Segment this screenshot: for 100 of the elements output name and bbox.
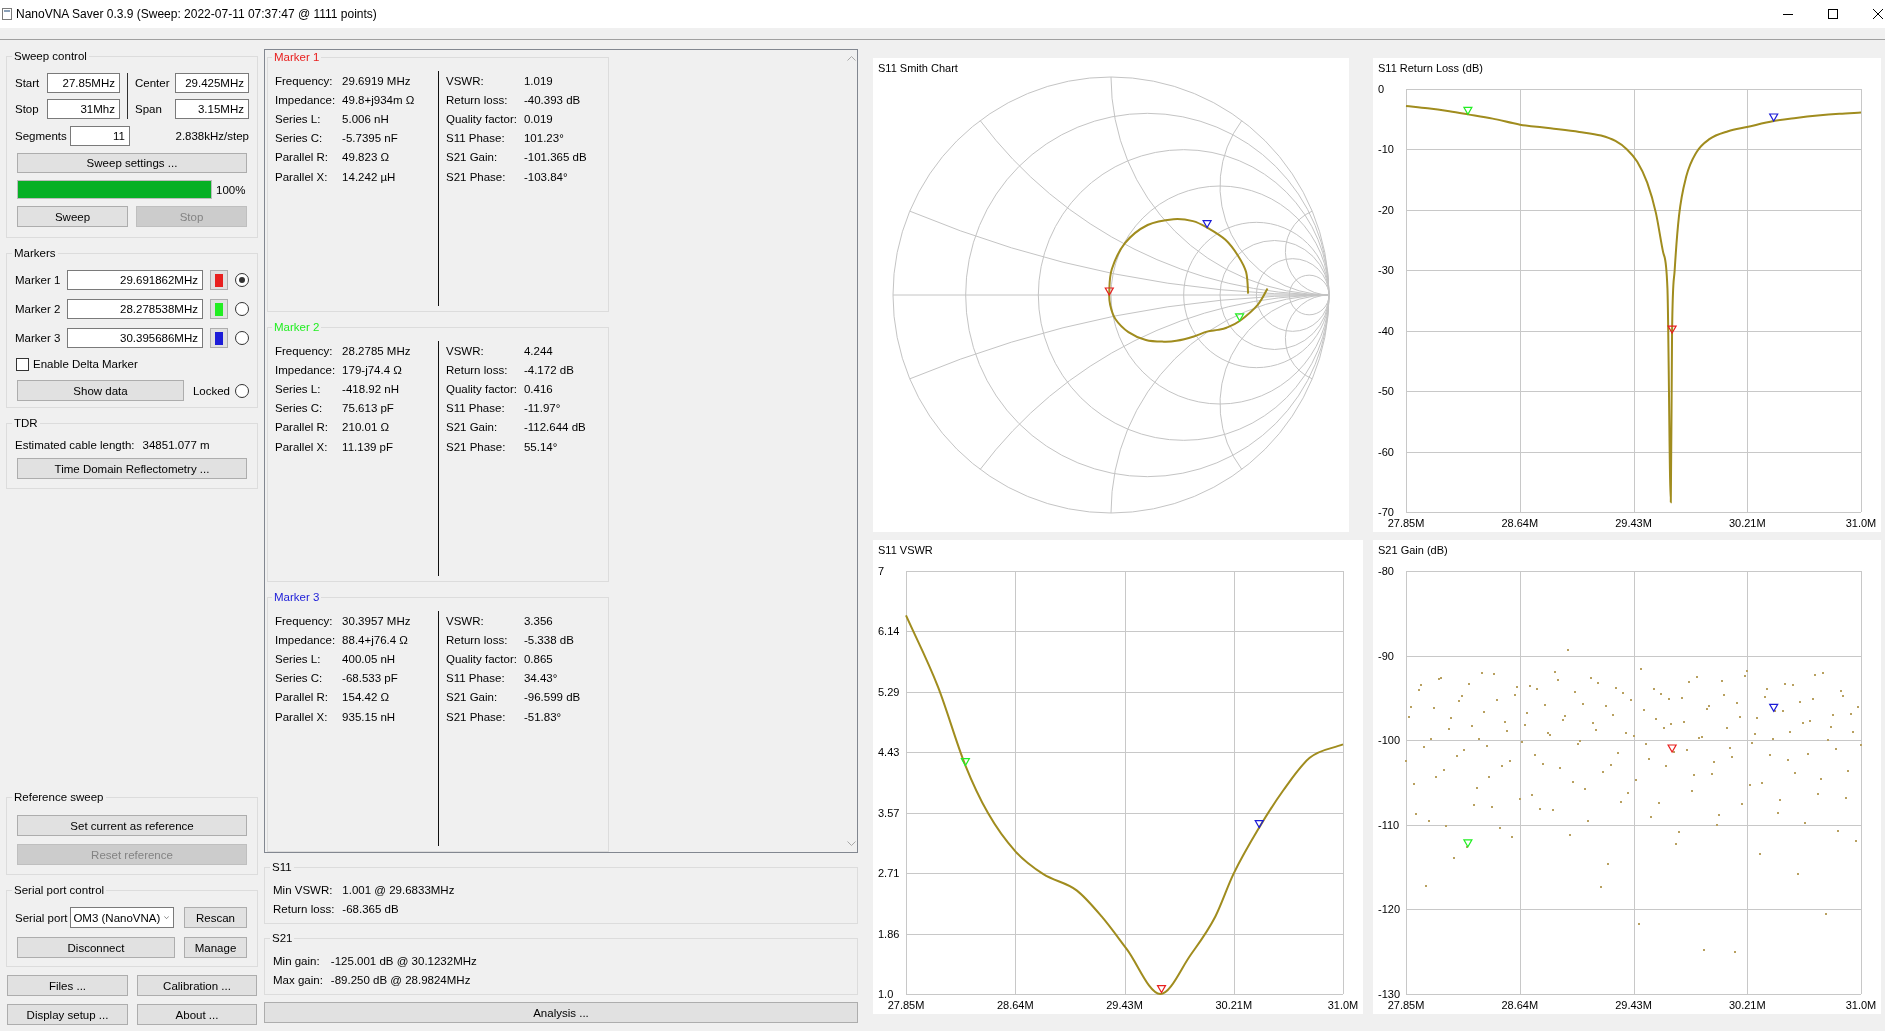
progress-text: 100% [216,182,246,197]
property-label: S11 Phase: [446,401,506,416]
tdr-button[interactable]: Time Domain Reflectometry ... [17,458,247,479]
axis-tick-label: 4.43 [878,746,900,759]
property-label: Impedance: [275,632,336,647]
radio-button[interactable] [235,331,249,345]
property-value: 0.019 [523,111,554,126]
property-value: 400.05 nH [342,651,397,666]
files-button[interactable]: Files ... [7,975,128,996]
segments-field[interactable]: 11 [70,126,130,146]
property-label: VSWR: [446,73,485,88]
property-label: Series L: [275,651,322,666]
window-title: NanoVNA Saver 0.3.9 (Sweep: 2022-07-11 07:37:47 @ 1111 points) [16,6,377,22]
property-value: -101.365 dB [523,150,588,165]
marker-frequency-field[interactable]: 29.691862MHz [67,270,203,290]
property-label: Series C: [275,131,324,146]
axis-tick-label: -40 [1378,324,1394,337]
radio-label: Locked [192,383,230,398]
property-label: Series C: [275,671,324,686]
axis-tick-label: 27.85M [887,999,925,1011]
property-label: Parallel R: [275,420,330,435]
color-button[interactable] [210,270,228,290]
sweep-button[interactable]: Sweep [17,206,128,227]
chevron-down-icon[interactable] [164,915,170,920]
property-value: 11.139 pF [342,439,395,454]
group-title: Markers [13,246,57,260]
axis-tick-label: 7 [878,565,885,577]
marker-frequency-field[interactable]: 28.278538MHz [67,299,203,319]
property-label: S21 Phase: [446,439,507,454]
cable-length-value: 34851.077 m [142,438,210,452]
calibration-button[interactable]: Calibration ... [137,975,257,996]
disconnect-button[interactable]: Disconnect [17,937,175,958]
property-value: 88.4+j76.4 Ω [342,632,409,647]
port-dropdown[interactable]: OM3 (NanoVNA) [70,907,175,928]
property-value: 0.416 [523,381,554,396]
minimize-icon[interactable] [1783,13,1793,15]
axis-tick-label: 31.0M [1327,999,1359,1011]
chart-title: S11 Return Loss (dB) [1378,62,1483,74]
property-label: Return loss: [446,92,509,107]
rescan-button[interactable]: Rescan [184,907,247,928]
frequency-field[interactable]: 27.85MHz [47,73,120,93]
axis-tick-label: 30.21M [1728,999,1766,1011]
property-label: S11 Phase: [446,671,506,686]
property-label: Return loss: [446,362,509,377]
property-value: -96.599 dB [523,690,582,705]
maximize-icon[interactable] [1828,9,1838,19]
property-label: S21 Phase: [446,169,507,184]
axis-tick-label: -130 [1378,988,1401,1000]
property-label: Parallel R: [275,690,330,705]
axis-tick-label: -80 [1378,565,1394,577]
property-value: 210.01 Ω [342,420,391,435]
axis-tick-label: 28.64M [1501,999,1539,1011]
chart-title: S11 VSWR [878,544,933,556]
show-data-button[interactable]: Show data [17,380,184,401]
set-reference-button[interactable]: Set current as reference [17,815,247,836]
property-value: -112.644 dB [523,420,587,435]
axis-tick-label: -90 [1378,649,1394,662]
sweep-settings-button[interactable]: Sweep settings ... [17,153,247,173]
property-value: 0.865 [523,651,554,666]
axis-tick-label: -50 [1378,385,1394,398]
axis-tick-label: -30 [1378,264,1394,277]
axis-tick-label: 28.64M [996,999,1034,1011]
frequency-field[interactable]: 29.425MHz [175,73,249,93]
axis-tick-label: -70 [1378,506,1394,518]
radio-button[interactable] [235,383,249,398]
property-value: -4.172 dB [523,362,575,377]
property-value: 3.356 [523,613,554,628]
group-title: TDR [13,416,39,430]
property-label: Parallel X: [275,709,329,724]
group-title: S11 [271,860,293,874]
axis-tick-label: -100 [1378,734,1401,747]
frequency-field[interactable]: 3.15MHz [175,99,249,119]
axis-tick-label: 0 [1378,83,1385,95]
property-value: 28.2785 MHz [342,343,412,358]
marker-frequency-field[interactable]: 30.395686MHz [67,328,203,348]
axis-tick-label: 1.86 [878,927,900,940]
analysis-button[interactable]: Analysis ... [264,1002,858,1023]
axis-tick-label: -110 [1378,818,1400,831]
frequency-field[interactable]: 31Mhz [47,99,120,119]
step-size-text: 2.838kHz/step [175,129,249,143]
property-value: 4.244 [523,343,554,358]
checkbox[interactable] [16,357,29,371]
radio-button[interactable] [235,273,249,287]
property-label: Series C: [275,401,324,416]
close-icon[interactable] [1873,9,1883,19]
property-label: S21 Gain: [446,420,499,435]
color-button[interactable] [210,328,228,348]
group-title: Serial port control [13,883,106,897]
property-value: 179-j74.4 Ω [342,362,403,377]
property-label: S21 Gain: [446,690,499,705]
color-button[interactable] [210,299,228,319]
property-value: 1.019 [523,73,554,88]
radio-button[interactable] [235,302,249,316]
manage-button[interactable]: Manage [184,937,247,958]
display-setup-button[interactable]: Display setup ... [7,1004,128,1025]
about-button[interactable]: About ... [137,1004,257,1025]
field-label: Serial port [15,910,68,925]
property-value: 30.3957 MHz [342,613,412,628]
marker-label: Marker 1 [15,273,61,287]
property-label: Impedance: [275,362,336,377]
